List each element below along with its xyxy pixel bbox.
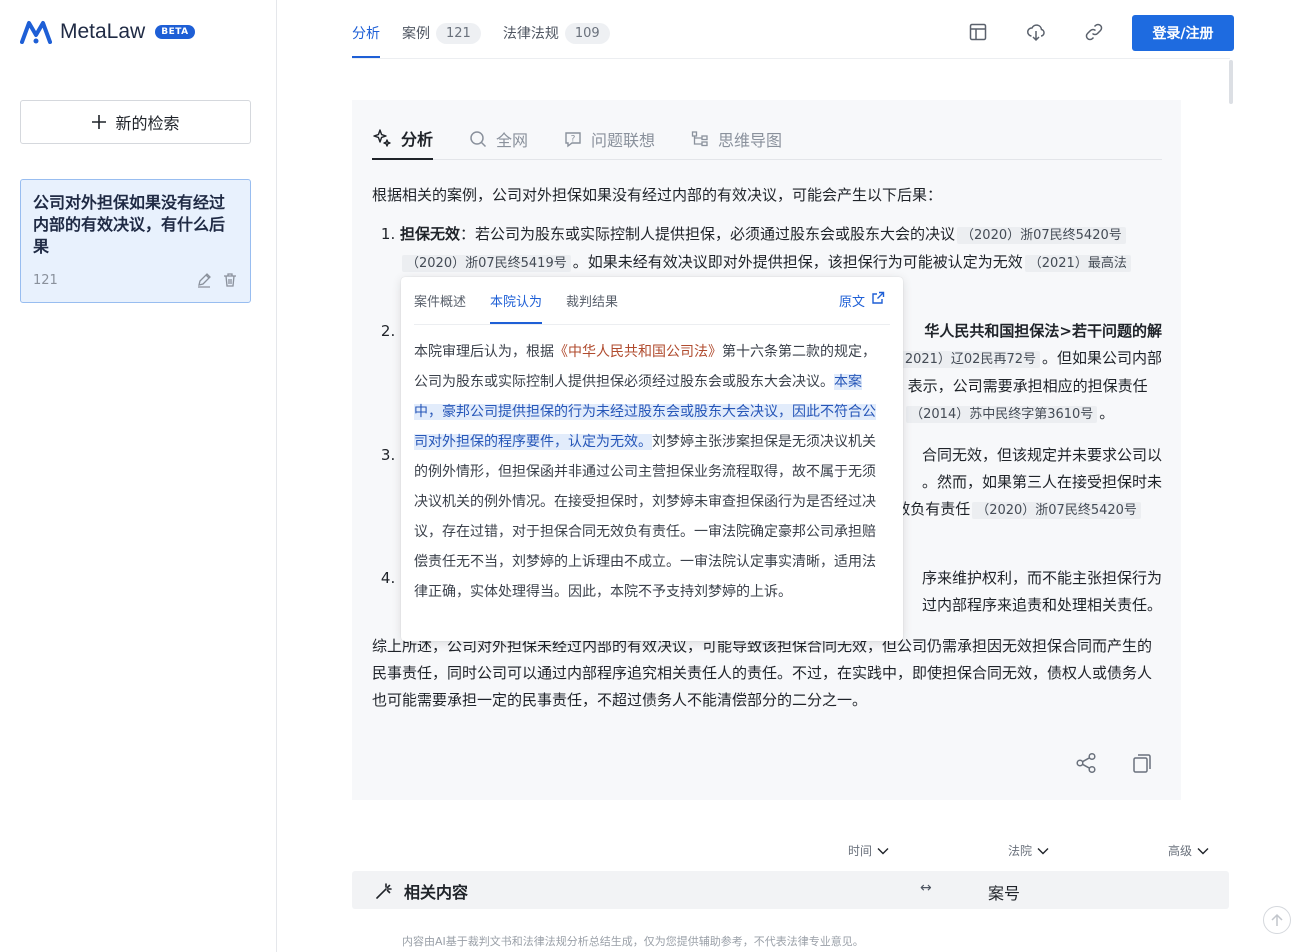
back-to-top-button[interactable] (1263, 906, 1291, 934)
tab-laws[interactable]: 法律法规 109 (503, 18, 610, 48)
edit-icon[interactable] (196, 272, 212, 288)
popup-tab-judgment[interactable]: 裁判结果 (566, 291, 618, 324)
item-4-text: 过内部程序来追责和处理相关责任。 (921, 596, 1162, 614)
subtab-web[interactable]: 全网 (469, 118, 528, 160)
item-2-text: 华人民共和国担保法>若干问题的解 (924, 322, 1162, 340)
case-reasoning-popup: 案件概述 本院认为 裁判结果 原文 本院审理后认为，根据《中华人民共和国公司法》… (401, 277, 903, 641)
subtab-analysis-label: 分析 (401, 130, 434, 149)
subtab-related-questions-label: 问题联想 (591, 131, 656, 150)
citation[interactable]: 2021）辽02民再72号 (900, 351, 1040, 368)
question-icon: ? (565, 132, 581, 148)
item-2-text: 。 (1099, 404, 1115, 422)
history-item[interactable]: 公司对外担保如果没有经过内部的有效决议，有什么后果 121 (20, 179, 251, 303)
chevron-down-icon (877, 847, 889, 854)
copy-icon[interactable] (1131, 752, 1153, 774)
filter-time-label: 时间 (848, 844, 873, 858)
citation[interactable]: （2020）浙07民终5419号 (402, 255, 571, 272)
tab-analysis-label: 分析 (352, 26, 380, 42)
header-divider (352, 58, 1230, 59)
external-link-icon (872, 291, 885, 304)
tab-laws-count: 109 (564, 22, 610, 44)
tab-cases-count: 121 (436, 22, 481, 44)
filter-time[interactable]: 时间 (848, 842, 890, 859)
popup-text: 刘梦婷主张涉案担保是无须决议机关的例外情形，但担保函并非通过公司主营担保业务流程… (414, 434, 876, 600)
analysis-summary: 综上所述，公司对外担保未经过内部的有效决议，可能导致该担保合同无效，但公司仍需承… (372, 637, 1153, 709)
filter-advanced[interactable]: 高级 (1168, 842, 1210, 859)
popup-tab-court-opinion[interactable]: 本院认为 (490, 291, 543, 324)
item-2-text: 。但如果公司内部 (1041, 349, 1162, 367)
download-cloud-icon[interactable] (1026, 22, 1046, 42)
filter-court-label: 法院 (1008, 844, 1033, 858)
popup-divider (414, 324, 890, 325)
tab-laws-label: 法律法规 (502, 26, 559, 42)
subtab-mindmap[interactable]: 思维导图 (691, 118, 782, 160)
popup-text: 本院审理后认为，根据 (414, 344, 554, 360)
filter-advanced-label: 高级 (1168, 844, 1193, 858)
subtab-analysis[interactable]: 分析 (372, 118, 434, 160)
sidebar: MetaLaw BETA 新的检索 公司对外担保如果没有经过内部的有效决议，有什… (0, 0, 277, 952)
brand-name: MetaLaw (60, 20, 146, 43)
search-icon (470, 131, 487, 148)
mindmap-icon (691, 131, 708, 147)
subtab-mindmap-label: 思维导图 (718, 131, 783, 150)
tab-cases-label: 案例 (402, 26, 430, 42)
item-3-text: 效负有责任 (895, 500, 971, 518)
item-1-lead: 担保无效 (400, 225, 461, 243)
svg-text:?: ? (571, 135, 576, 145)
subtab-related-questions[interactable]: ? 问题联想 (564, 118, 655, 160)
chevron-down-icon (1037, 847, 1049, 854)
chevron-down-icon (1197, 847, 1209, 854)
original-text-link[interactable]: 原文 (839, 291, 885, 310)
item-3-text: 合同无效，但该规定并未要求公司以 (921, 446, 1162, 464)
plus-icon (92, 115, 107, 129)
magic-wand-icon (376, 883, 392, 899)
ai-disclaimer: 内容由AI基于裁判文书和法律法规分析总结生成，仅为您提供辅助参考，不代表法律专业… (402, 935, 864, 948)
delete-icon[interactable] (222, 272, 238, 288)
subtab-web-label: 全网 (496, 131, 529, 150)
filter-court[interactable]: 法院 (1008, 842, 1050, 859)
arrow-up-icon (1271, 913, 1283, 926)
share-icon[interactable] (1075, 752, 1097, 774)
history-item-title: 公司对外担保如果没有经过内部的有效决议，有什么后果 (33, 193, 226, 256)
item-2-text: 表示，公司需要承担相应的担保责任 (907, 377, 1148, 395)
result-tabs: 分析 案例 121 法律法规 109 (352, 18, 610, 48)
citation[interactable]: （2020）浙07民终5420号 (972, 502, 1141, 519)
sparkle-icon (373, 129, 391, 147)
citation[interactable]: （2021）最高法 (1024, 255, 1131, 272)
law-reference[interactable]: 《中华人民共和国公司法》 (554, 344, 722, 360)
item-1-text: 。如果未经有效决议即对外提供担保，该担保行为可能被认定为无效 (572, 253, 1023, 271)
item-3-text: 。然而，如果第三人在接受担保时未 (921, 473, 1162, 491)
related-content-bar: 相关内容 ↔ 案号 (352, 871, 1229, 909)
scrollbar-thumb[interactable] (1229, 60, 1233, 104)
citation[interactable]: （2014）苏中民终字第3610号 (906, 406, 1098, 423)
analysis-intro: 根据相关的案例，公司对外担保如果没有经过内部的有效决议，可能会产生以下后果： (372, 186, 943, 204)
login-register-button[interactable]: 登录/注册 (1132, 15, 1234, 51)
citation[interactable]: （2020）浙07民终5420号 (957, 227, 1126, 244)
item-1-text: ：若公司为股东或实际控制人提供担保，必须通过股东会或股东大会的决议 (460, 225, 956, 243)
new-search-button[interactable]: 新的检索 (20, 100, 251, 144)
case-number-column: 案号 (988, 884, 1021, 903)
expand-arrows-icon[interactable]: ↔ (920, 880, 932, 896)
metalaw-logo-icon (20, 21, 52, 44)
beta-badge: BETA (155, 25, 195, 39)
popup-body: 本院审理后认为，根据《中华人民共和国公司法》第十六条第二款的规定，公司为股东或实… (414, 337, 885, 607)
layout-icon[interactable] (968, 22, 988, 42)
logo[interactable]: MetaLaw BETA (20, 20, 195, 44)
analysis-subtabs: 分析 全网 ? 问题联想 思维导图 (372, 118, 1162, 160)
tab-cases[interactable]: 案例 121 (402, 18, 481, 48)
related-content-title: 相关内容 (404, 883, 469, 902)
link-icon[interactable] (1084, 22, 1104, 42)
original-text-label: 原文 (838, 295, 865, 310)
new-search-label: 新的检索 (115, 114, 180, 133)
history-item-count: 121 (33, 272, 58, 288)
popup-tab-summary[interactable]: 案件概述 (414, 291, 466, 324)
item-4-text: 序来维护权利，而不能主张担保行为 (921, 569, 1162, 587)
tab-analysis[interactable]: 分析 (352, 18, 380, 48)
